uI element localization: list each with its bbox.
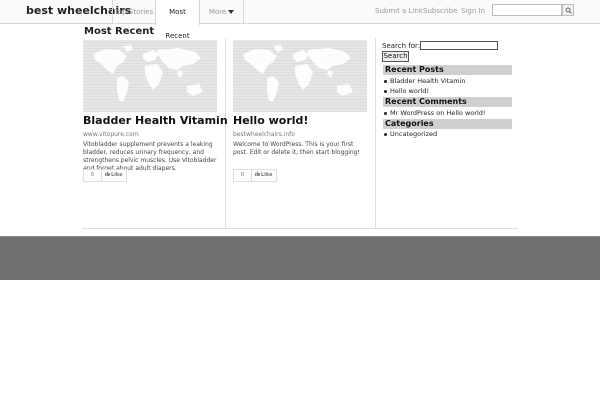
recent-comment: Mr WordPress on Hello world! (384, 109, 485, 117)
recent-post-label: Hello world! (390, 87, 430, 95)
world-map-graphic (243, 45, 353, 102)
tab-label: Top Stories (114, 8, 154, 16)
header-search-button[interactable] (562, 4, 574, 16)
like-button[interactable]: 0 Like (233, 169, 277, 182)
bullet (384, 90, 387, 93)
world-map-graphic (93, 45, 203, 102)
submit-link[interactable]: Submit a Link (375, 7, 423, 15)
like-label: Like (255, 170, 272, 181)
like-button[interactable]: 0 Like (83, 169, 127, 182)
sign-in-link[interactable]: Sign In (461, 7, 485, 15)
sidebar-search-button[interactable]: Search (382, 51, 409, 62)
like-label: Like (105, 170, 122, 181)
tab-top-stories[interactable]: Top Stories (112, 0, 155, 24)
section-title: Most Recent (84, 26, 155, 37)
bullet (384, 133, 387, 136)
comment-author[interactable]: Mr WordPress (390, 109, 434, 117)
post-excerpt: Welcome to WordPress. This is your first… (233, 141, 360, 156)
recent-posts-heading: Recent Posts (383, 65, 512, 75)
post-title[interactable]: Hello world! (233, 114, 367, 127)
header-search-input[interactable] (492, 4, 562, 16)
tab-label: Most Recent (165, 8, 190, 40)
recent-post-link[interactable]: Hello world! (384, 87, 430, 95)
comment-on: on (436, 109, 445, 117)
world-map-image[interactable] (83, 40, 217, 112)
post-source[interactable]: www.vitopure.com (83, 131, 217, 138)
recent-post-link[interactable]: Bladder Health Vitamin (384, 77, 466, 85)
world-map-image[interactable] (233, 40, 367, 112)
search-icon (565, 7, 572, 14)
like-text: Like (111, 172, 123, 178)
category-link[interactable]: Uncategorized (384, 130, 438, 138)
recent-post-label: Bladder Health Vitamin (390, 77, 466, 85)
post-card: Hello world! bestwheelchairs.info Welcom… (233, 40, 367, 157)
bullet (384, 80, 387, 83)
top-navigation-bar: best wheelchairs Top Stories Most Recent… (0, 0, 600, 40)
tab-more[interactable]: More (200, 0, 244, 24)
tab-most-recent[interactable]: Most Recent (155, 0, 200, 40)
column-divider (375, 38, 376, 228)
column-divider (225, 38, 226, 228)
sidebar-search-input[interactable] (420, 41, 498, 50)
category-label: Uncategorized (390, 130, 438, 138)
recent-comments-heading: Recent Comments (383, 97, 512, 107)
like-text: Like (261, 172, 273, 178)
thumbs-up-icon (255, 171, 260, 176)
comment-post-link[interactable]: Hello world! (446, 109, 485, 117)
caret-down-icon (228, 10, 235, 14)
like-count: 0 (234, 170, 252, 181)
bullet (384, 112, 387, 115)
tab-label: More (208, 8, 227, 16)
footer (0, 236, 600, 280)
content-bottom-rule (82, 228, 518, 229)
like-count: 0 (84, 170, 102, 181)
categories-heading: Categories (383, 119, 512, 129)
sidebar-search-label: Search for: (382, 42, 421, 50)
post-title[interactable]: Bladder Health Vitamin (83, 114, 228, 127)
thumbs-up-icon (105, 171, 110, 176)
post-source[interactable]: bestwheelchairs.info (233, 131, 367, 138)
post-card: Bladder Health Vitamin www.vitopure.com … (83, 40, 228, 173)
subscribe-link[interactable]: Subscribe (423, 7, 457, 15)
